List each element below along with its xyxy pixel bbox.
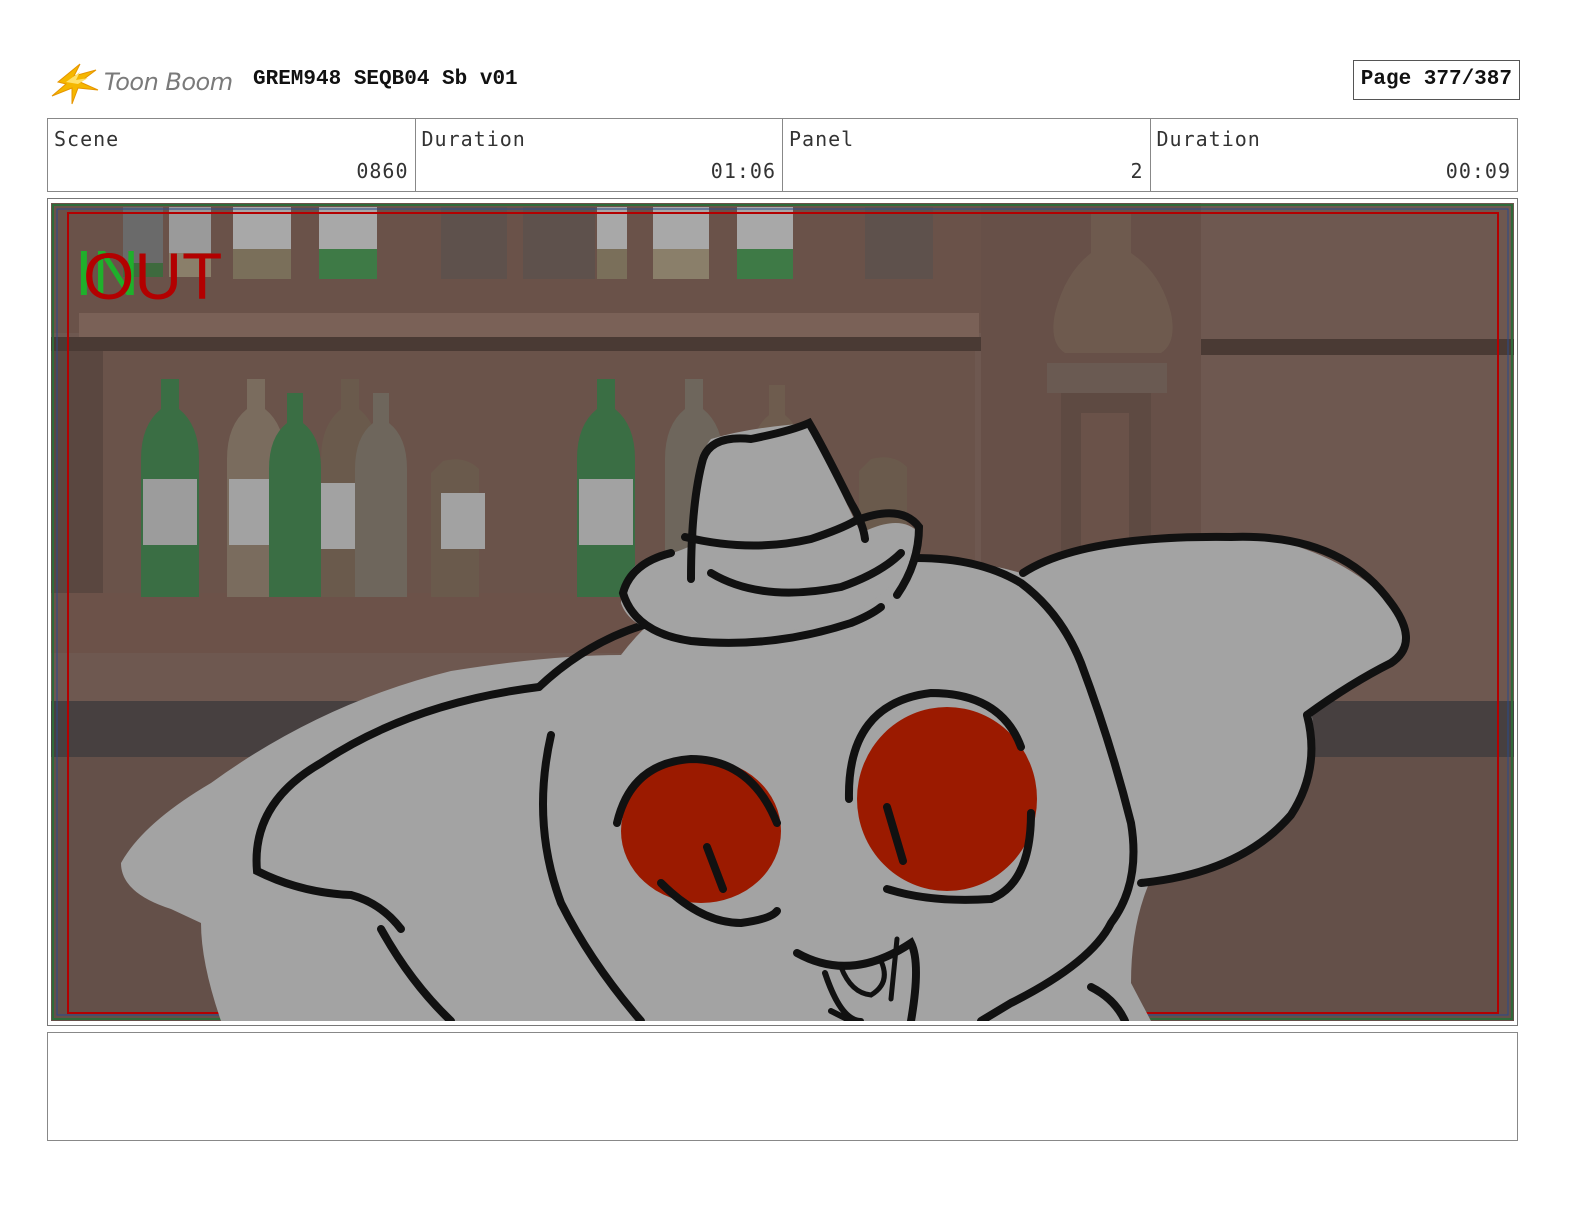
- storyboard-panel: IN OUT: [47, 198, 1518, 1026]
- scene-cell: Scene 0860: [48, 119, 416, 191]
- panel-value: 2: [1130, 159, 1144, 183]
- out-marker: OUT: [83, 239, 222, 313]
- panel-notes: [47, 1032, 1518, 1141]
- panel-duration-label: Duration: [1156, 127, 1261, 151]
- scene-duration-value: 01:06: [710, 159, 776, 183]
- panel-label: Panel: [789, 127, 855, 151]
- logo-text: Toon Boom: [104, 68, 233, 96]
- scene-label: Scene: [54, 127, 120, 151]
- project-title: GREM948 SEQB04 Sb v01: [253, 68, 518, 91]
- scene-duration-cell: Duration 01:06: [416, 119, 783, 191]
- panel-duration-value: 00:09: [1445, 159, 1511, 183]
- scene-info-table: Scene 0860 Duration 01:06 Panel 2 Durati…: [47, 118, 1518, 192]
- right-eye: [857, 707, 1037, 891]
- panel-duration-cell: Duration 00:09: [1151, 119, 1518, 191]
- left-eye: [621, 759, 781, 903]
- toon-boom-logo: Toon Boom: [50, 56, 240, 108]
- scene-duration-label: Duration: [421, 127, 526, 151]
- scene-value: 0860: [356, 159, 409, 183]
- panel-drawing: IN OUT: [51, 203, 1514, 1021]
- starburst-icon: [51, 63, 99, 105]
- panel-cell: Panel 2: [783, 119, 1151, 191]
- page-header: Toon Boom GREM948 SEQB04 Sb v01 Page 377…: [50, 54, 1520, 110]
- page-indicator: Page 377/387: [1352, 60, 1520, 100]
